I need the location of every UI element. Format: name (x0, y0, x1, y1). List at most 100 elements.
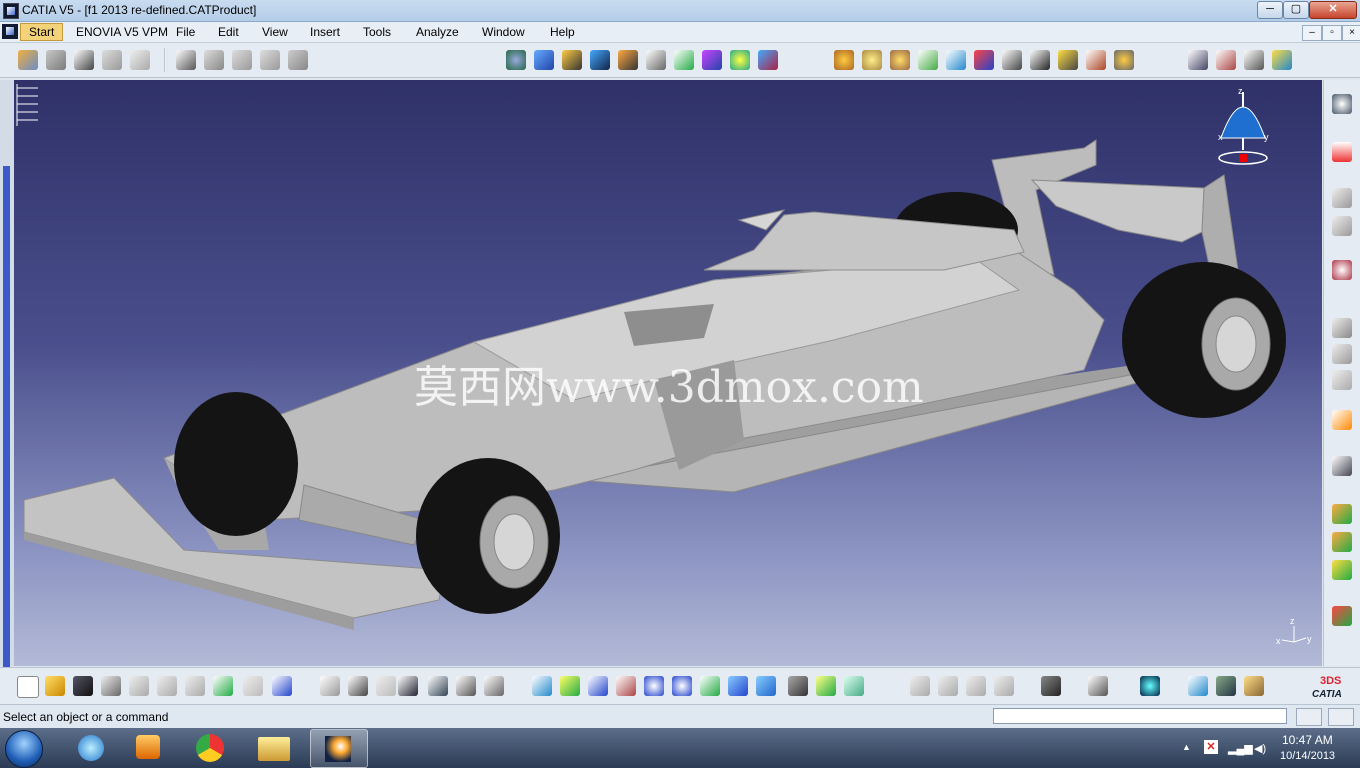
light-bulb-icon[interactable] (376, 676, 396, 696)
selective-load-icon[interactable] (232, 50, 252, 70)
menu-edit[interactable]: Edit (218, 25, 239, 39)
explode-icon[interactable] (918, 50, 938, 70)
menu-tools[interactable]: Tools (363, 25, 391, 39)
menu-start[interactable]: Start (20, 23, 64, 41)
annotation-icon[interactable] (1086, 50, 1106, 70)
compute-clash-icon[interactable] (1332, 344, 1352, 364)
multi-view-icon[interactable] (728, 676, 748, 696)
camera-icon[interactable] (1041, 676, 1061, 696)
axis-system-icon[interactable] (1332, 456, 1352, 476)
zoom-in-icon[interactable] (644, 676, 664, 696)
properties-icon[interactable] (994, 676, 1014, 696)
measure-icon[interactable] (1332, 260, 1352, 280)
existing-component-icon[interactable] (102, 50, 122, 70)
sectioning-icon[interactable] (1002, 50, 1022, 70)
minimize-button[interactable]: ─ (1257, 1, 1283, 19)
clock-time[interactable]: 10:47 AM (1282, 733, 1333, 747)
command-input[interactable] (993, 708, 1287, 724)
maximize-button[interactable]: ▢ (1283, 1, 1309, 19)
new-part-icon[interactable] (74, 50, 94, 70)
clock-date[interactable]: 10/14/2013 (1280, 750, 1335, 762)
doc-minimize-button[interactable]: – (1302, 25, 1322, 41)
isometric-view-icon[interactable] (756, 676, 776, 696)
knowledge-icon[interactable] (1332, 216, 1352, 236)
menu-analyze[interactable]: Analyze (416, 25, 459, 39)
specification-tree-scrollbar[interactable] (3, 166, 10, 742)
clash-icon[interactable] (974, 50, 994, 70)
save-icon[interactable] (73, 676, 93, 696)
parameter-icon[interactable] (484, 676, 504, 696)
save-management-icon[interactable] (1332, 532, 1352, 552)
windows-start-button[interactable] (5, 730, 43, 768)
lock-icon[interactable] (456, 676, 476, 696)
volume-icon[interactable]: ◀) (1254, 742, 1266, 755)
export-pdf-icon[interactable] (1332, 142, 1352, 162)
catalog-browser-icon[interactable] (1088, 676, 1108, 696)
fly-mode-icon[interactable] (532, 676, 552, 696)
close-button[interactable]: ✕ (1309, 1, 1357, 19)
redo-icon[interactable] (243, 676, 263, 696)
select-arrow-icon[interactable] (1332, 410, 1352, 430)
catalog-icon[interactable] (1332, 188, 1352, 208)
formula-icon[interactable] (320, 676, 340, 696)
send-to-icon[interactable] (1332, 560, 1352, 580)
whats-this-icon[interactable] (272, 676, 292, 696)
distance-analysis-icon[interactable] (1030, 50, 1050, 70)
menu-help[interactable]: Help (550, 25, 575, 39)
quick-constraint-icon[interactable] (674, 50, 694, 70)
law-icon[interactable] (428, 676, 448, 696)
manage-representations-icon[interactable] (260, 50, 280, 70)
analysis-settings-icon[interactable] (1332, 94, 1352, 114)
fix-component-icon[interactable] (618, 50, 638, 70)
fast-multi-instantiation-icon[interactable] (1332, 606, 1352, 626)
design-table-icon[interactable] (398, 676, 418, 696)
pan-icon[interactable] (588, 676, 608, 696)
flexible-rigid-icon[interactable] (702, 50, 722, 70)
multi-instantiation-icon[interactable] (288, 50, 308, 70)
catia-app-icon[interactable] (3, 3, 19, 19)
measure-inertia-icon[interactable] (1244, 676, 1264, 696)
update-icon[interactable] (730, 50, 750, 70)
snap-icon[interactable] (862, 50, 882, 70)
constraint-analysis-icon[interactable] (1332, 318, 1352, 338)
network-icon[interactable]: ▂▄▆ (1228, 742, 1253, 755)
comment-icon[interactable] (348, 676, 368, 696)
scene-icon[interactable] (1114, 50, 1134, 70)
manipulation-icon[interactable] (834, 50, 854, 70)
measure-between-icon[interactable] (1188, 676, 1208, 696)
reuse-pattern-icon[interactable] (758, 50, 778, 70)
menu-file[interactable]: File (176, 25, 195, 39)
normal-view-icon[interactable] (700, 676, 720, 696)
3d-rotate-icon[interactable] (1140, 676, 1160, 696)
shading-icon[interactable] (788, 676, 808, 696)
taskbar-ie[interactable] (64, 729, 120, 766)
replace-component-icon[interactable] (130, 50, 150, 70)
contact-constraint-icon[interactable] (534, 50, 554, 70)
zoom-out-icon[interactable] (672, 676, 692, 696)
taskbar-chrome[interactable] (182, 729, 238, 766)
measure-item-icon[interactable] (1216, 676, 1236, 696)
import-icon[interactable] (1332, 504, 1352, 524)
paste-icon[interactable] (185, 676, 205, 696)
split-feature-icon[interactable] (1216, 50, 1236, 70)
menu-view[interactable]: View (262, 25, 288, 39)
coincidence-constraint-icon[interactable] (506, 50, 526, 70)
new-file-icon[interactable] (17, 676, 39, 698)
status-button-2[interactable] (1328, 708, 1354, 726)
smart-move-icon[interactable] (890, 50, 910, 70)
hide-show-icon[interactable] (816, 676, 836, 696)
menu-window[interactable]: Window (482, 25, 525, 39)
cut-icon[interactable] (129, 676, 149, 696)
tray-expand-icon[interactable]: ▲ (1182, 742, 1191, 752)
fix-together-icon[interactable] (646, 50, 666, 70)
specification-tree[interactable] (16, 84, 38, 126)
assembly-features-icon[interactable] (1188, 50, 1208, 70)
rotate-icon[interactable] (616, 676, 636, 696)
doc-restore-button[interactable]: ▫ (1322, 25, 1342, 41)
doc-close-button[interactable]: × (1342, 25, 1360, 41)
compass-icon[interactable]: z x y (1218, 86, 1269, 165)
symmetry-icon[interactable] (1244, 50, 1264, 70)
3d-viewport[interactable]: z x y z x y 莫西网www.3dmox.com (14, 80, 1322, 666)
document-menu-icon[interactable] (2, 24, 18, 39)
graph-tree-reordering-icon[interactable] (176, 50, 196, 70)
